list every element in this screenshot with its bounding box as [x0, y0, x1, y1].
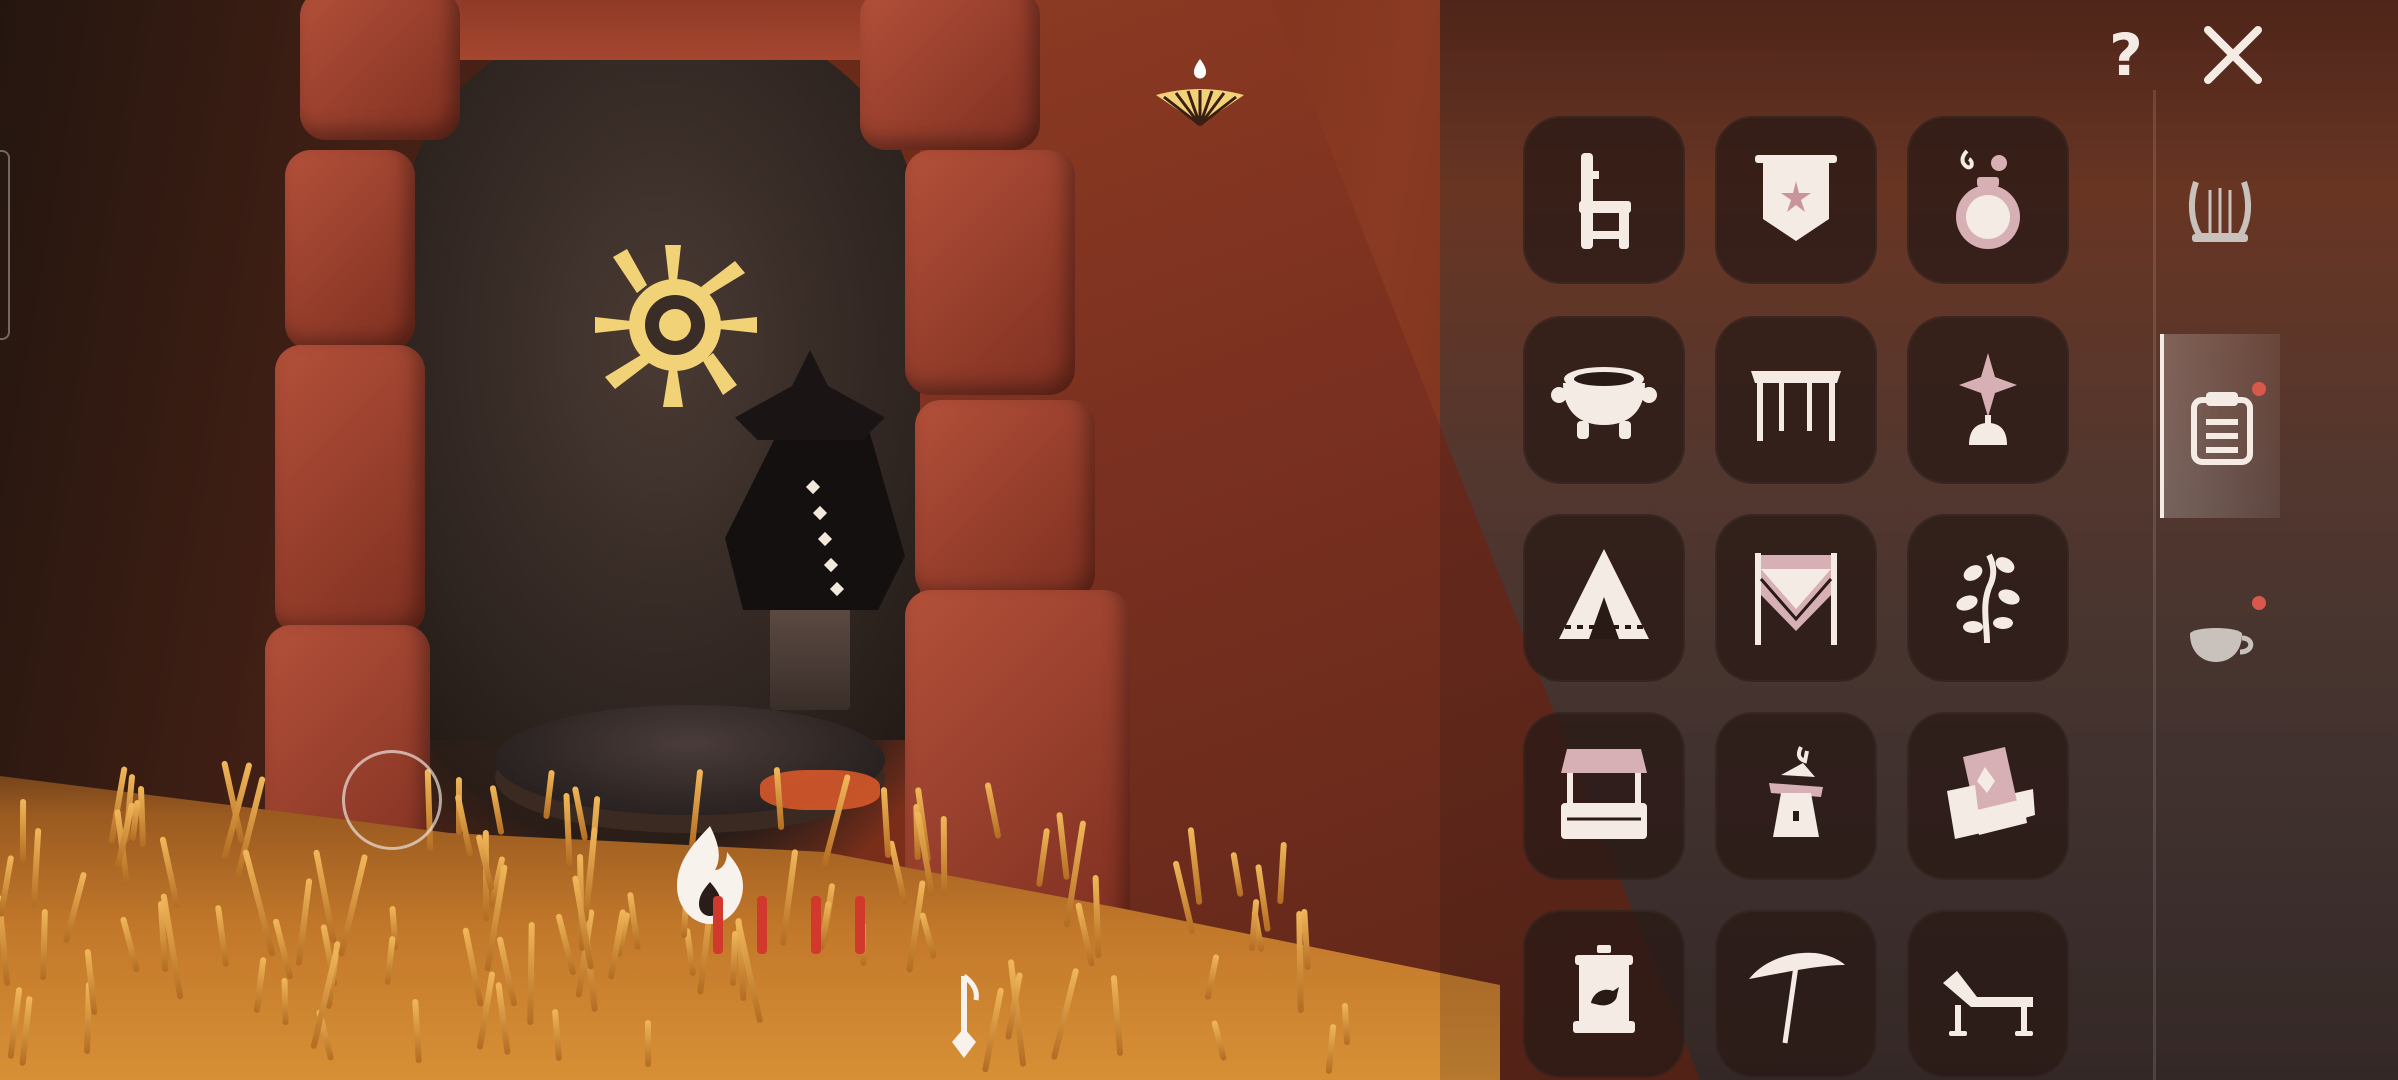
grass-blade [489, 784, 505, 835]
teacup-icon [2190, 628, 2254, 662]
prop-tile-umbrella[interactable] [1715, 910, 1877, 1078]
candle-count-bars [713, 896, 865, 954]
prop-tile-plant[interactable] [1907, 514, 2069, 682]
tab-instruments[interactable] [2160, 140, 2280, 280]
grass-blade [940, 815, 948, 895]
tent-icon [1559, 549, 1649, 639]
umbrella-icon [1749, 952, 1845, 1044]
prop-tile-stall[interactable] [1523, 712, 1685, 880]
food-notification-dot [2252, 596, 2266, 610]
grass-blade [281, 978, 289, 1026]
left-edge-handle[interactable] [0, 150, 10, 340]
scarecrow-icon [1769, 746, 1823, 837]
grass-blade [880, 787, 891, 859]
player-legs [770, 600, 850, 710]
plant-icon [1956, 553, 2020, 644]
grass-blade [20, 798, 27, 862]
potion-icon [1956, 149, 2020, 249]
grass-blade [39, 909, 48, 981]
banner-icon [1755, 155, 1837, 241]
arch-stone [275, 345, 425, 635]
prop-tile-lounger[interactable] [1907, 910, 2069, 1078]
close-icon[interactable] [2200, 22, 2266, 88]
curtain-icon [1755, 553, 1837, 645]
prop-tile-scarecrow[interactable] [1715, 712, 1877, 880]
stall-icon [1561, 749, 1647, 839]
lamp-icon [1959, 353, 2017, 445]
prop-tile-curtain[interactable] [1715, 514, 1877, 682]
grass-blade [644, 1019, 651, 1068]
harp-icon [2188, 181, 2252, 242]
props-notification-dot [2252, 382, 2266, 396]
lounger-icon [1943, 971, 2033, 1036]
armchair-icon [1947, 747, 2035, 839]
prop-tile-potion[interactable] [1907, 116, 2069, 284]
prop-tile-lamp[interactable] [1907, 316, 2069, 484]
game-scene: ? [0, 0, 2398, 1080]
arch-stone [300, 0, 460, 140]
prop-tile-chair[interactable] [1523, 116, 1685, 284]
arch-stone [285, 150, 415, 350]
sun-glyph-icon [595, 245, 757, 407]
cauldron-icon [1551, 367, 1657, 439]
music-note-icon[interactable] [942, 972, 986, 1062]
help-button[interactable]: ? [2100, 20, 2152, 90]
tab-props[interactable] [2160, 334, 2280, 518]
prop-tile-birdcage[interactable] [1523, 910, 1685, 1078]
arch-stone [915, 400, 1095, 600]
prop-tile-tent[interactable] [1523, 514, 1685, 682]
arch-stone [860, 0, 1040, 150]
clipboard-icon [2191, 392, 2253, 465]
arch-stone [905, 150, 1075, 395]
birdcage-icon [1573, 945, 1635, 1033]
tab-food[interactable] [2160, 566, 2280, 706]
canopy-icon [1751, 371, 1841, 441]
prop-tile-cauldron[interactable] [1523, 316, 1685, 484]
prop-tile-canopy[interactable] [1715, 316, 1877, 484]
winged-light-fan-icon[interactable] [1150, 55, 1250, 130]
joystick-icon[interactable] [342, 750, 442, 850]
chair-icon [1579, 153, 1631, 249]
prop-tile-armchair[interactable] [1907, 712, 2069, 880]
prop-tile-banner[interactable] [1715, 116, 1877, 284]
side-tab-divider [2153, 90, 2156, 1080]
